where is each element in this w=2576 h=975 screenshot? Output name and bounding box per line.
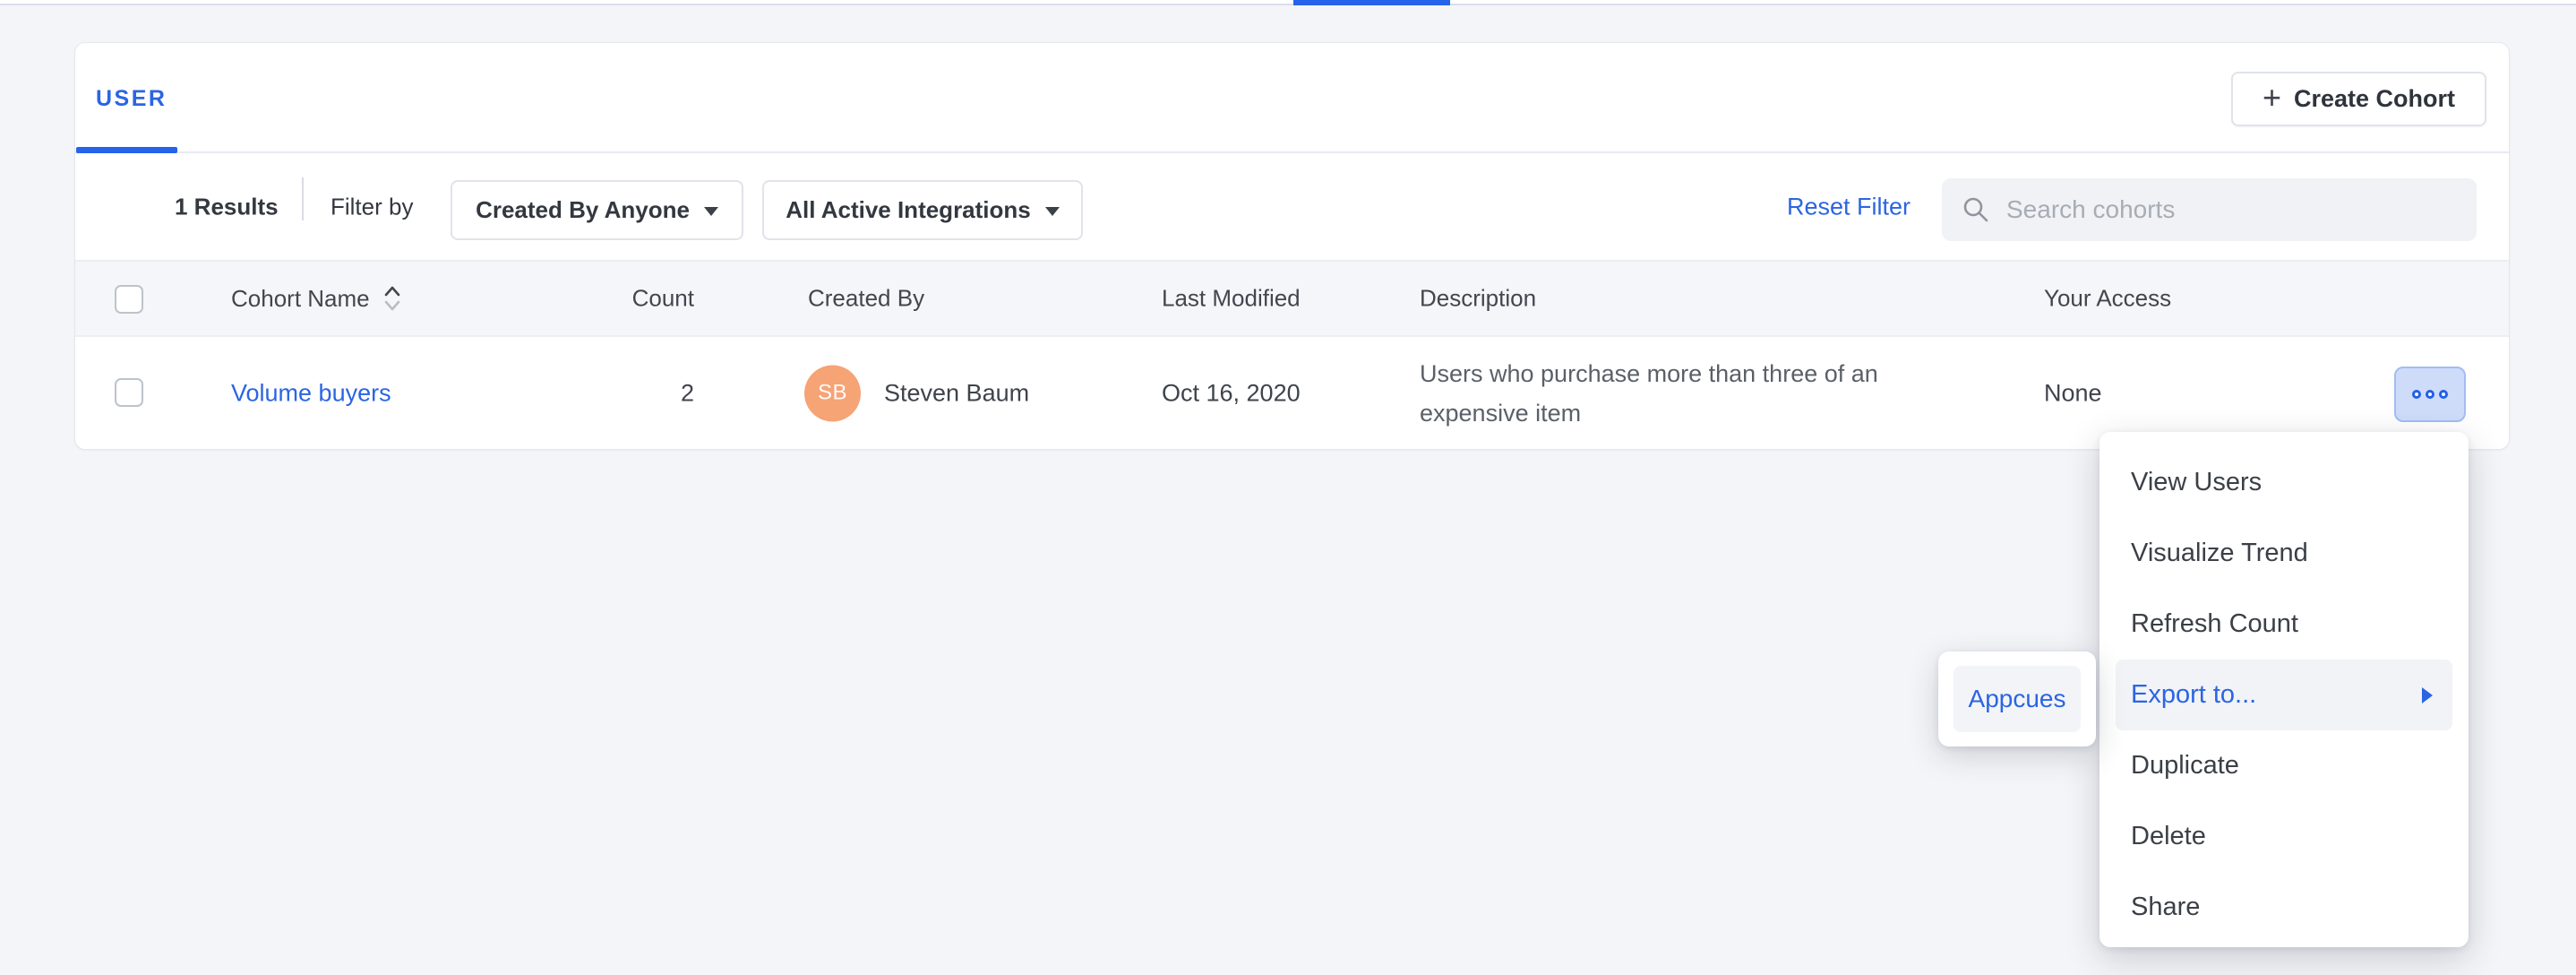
dot-icon — [2412, 390, 2421, 399]
column-header-your-access: Your Access — [2044, 285, 2171, 313]
menu-item-export-to[interactable]: Export to... — [2116, 660, 2452, 730]
menu-item-export-to-label: Export to... — [2131, 680, 2256, 710]
access-value: None — [2044, 379, 2102, 407]
column-header-cohort-name[interactable]: Cohort Name — [231, 283, 402, 314]
create-cohort-button[interactable]: + Create Cohort — [2231, 72, 2486, 126]
chevron-down-icon — [1045, 207, 1060, 216]
submenu-item-appcues[interactable]: Appcues — [1953, 666, 2081, 732]
page-tab-indicator — [1293, 0, 1450, 5]
tab-strip: USER + Create Cohort — [75, 43, 2509, 153]
row-actions-button[interactable] — [2394, 367, 2466, 422]
description-value: Users who purchase more than three of an… — [1420, 354, 1921, 433]
cohort-name-link[interactable]: Volume buyers — [231, 379, 391, 407]
column-header-description: Description — [1420, 285, 1536, 313]
row-actions-menu: View Users Visualize Trend Refresh Count… — [2099, 432, 2469, 947]
menu-item-view-users[interactable]: View Users — [2116, 447, 2452, 518]
create-cohort-label: Create Cohort — [2294, 85, 2455, 113]
results-count: 1 Results — [175, 193, 279, 220]
select-all-checkbox[interactable] — [115, 285, 143, 314]
last-modified-value: Oct 16, 2020 — [1162, 379, 1301, 407]
integrations-dropdown-label: All Active Integrations — [786, 196, 1031, 224]
dot-icon — [2426, 390, 2434, 399]
search-box[interactable] — [1942, 178, 2477, 241]
table-header: Cohort Name Count Created By Last Modifi… — [75, 262, 2509, 337]
filter-bar: 1 Results Filter by Created By Anyone Al… — [75, 153, 2509, 262]
created-by-dropdown[interactable]: Created By Anyone — [451, 180, 743, 240]
menu-item-duplicate[interactable]: Duplicate — [2116, 730, 2452, 801]
column-header-last-modified: Last Modified — [1162, 285, 1301, 313]
export-submenu: Appcues — [1938, 651, 2096, 746]
cohorts-card: USER + Create Cohort 1 Results Filter by… — [74, 42, 2510, 450]
menu-item-visualize-trend[interactable]: Visualize Trend — [2116, 518, 2452, 589]
top-tab-bar-sliver — [0, 0, 2576, 5]
filter-divider — [302, 177, 304, 220]
chevron-down-icon — [704, 207, 718, 216]
created-by-dropdown-label: Created By Anyone — [476, 196, 690, 224]
select-row-checkbox[interactable] — [115, 378, 143, 407]
sort-icon — [382, 283, 402, 314]
menu-item-delete[interactable]: Delete — [2116, 801, 2452, 872]
avatar: SB — [804, 365, 861, 421]
column-header-count: Count — [559, 285, 694, 313]
plus-icon: + — [2263, 82, 2281, 114]
search-icon — [1962, 195, 1990, 224]
submenu-arrow-icon — [2422, 687, 2433, 703]
created-by-value: Steven Baum — [884, 379, 1029, 407]
column-header-created-by: Created By — [808, 285, 924, 313]
cohort-count: 2 — [559, 379, 694, 407]
cohort-name-header-label: Cohort Name — [231, 285, 370, 313]
reset-filter-link[interactable]: Reset Filter — [1787, 193, 1911, 220]
dot-icon — [2439, 390, 2448, 399]
search-input[interactable] — [2006, 195, 2457, 224]
integrations-dropdown[interactable]: All Active Integrations — [762, 180, 1083, 240]
menu-item-refresh-count[interactable]: Refresh Count — [2116, 589, 2452, 660]
active-tab-underline — [76, 147, 177, 153]
tab-user[interactable]: USER — [96, 86, 167, 112]
menu-item-share[interactable]: Share — [2116, 872, 2452, 943]
filter-by-label: Filter by — [331, 193, 413, 220]
